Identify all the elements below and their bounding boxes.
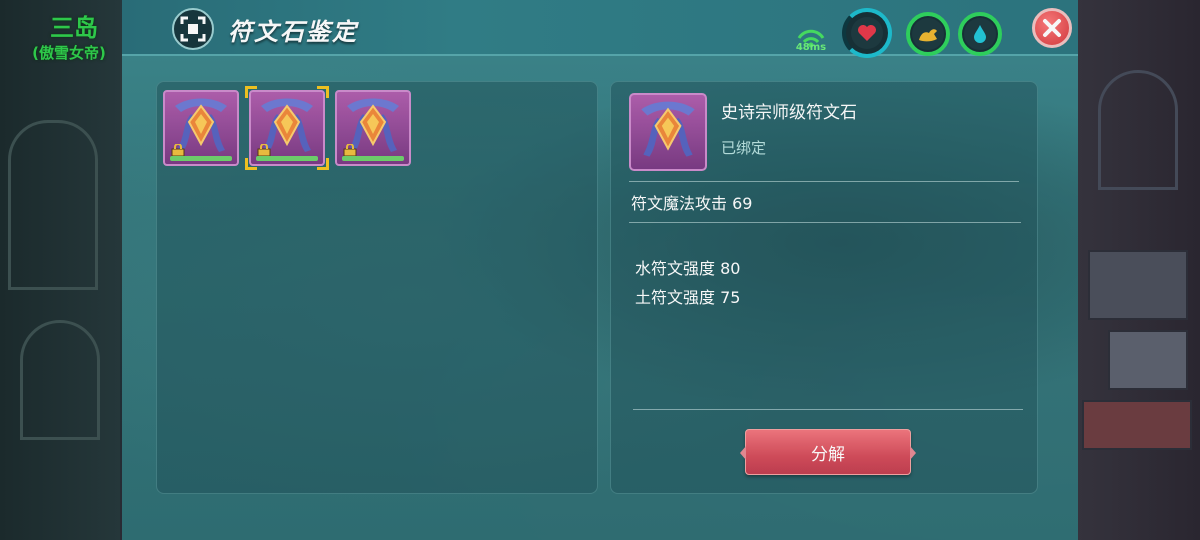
inventory-slot[interactable] — [163, 90, 239, 166]
rune-stone-icon — [641, 101, 695, 157]
lock-icon — [257, 144, 271, 156]
sub-stat: 水符文强度 80 — [635, 259, 741, 278]
identify-icon — [172, 8, 214, 50]
water-gauge[interactable] — [958, 12, 1002, 56]
inventory-slot[interactable] — [335, 90, 411, 166]
main-stat: 符文魔法攻击 69 — [631, 194, 753, 213]
title-bar: 符文石鉴定 48ms — [122, 0, 1078, 58]
window-title: 符文石鉴定 — [228, 18, 358, 46]
scene-right-edge — [1078, 0, 1200, 540]
strength-arm-icon — [912, 18, 944, 50]
durability-bar — [256, 156, 318, 161]
selection-corner — [245, 158, 257, 170]
durability-bar — [170, 156, 232, 161]
ping-value: 48ms — [795, 42, 827, 53]
selection-corner — [317, 86, 329, 98]
region-name: 三岛 — [50, 14, 98, 42]
divider — [633, 409, 1023, 410]
region-subtitle: (傲雪女帝) — [32, 44, 106, 62]
sub-stat: 土符文强度 75 — [635, 288, 741, 307]
durability-bar — [342, 156, 404, 161]
decompose-button[interactable]: 分解 — [740, 429, 916, 475]
water-drop-icon — [964, 18, 996, 50]
rune-identify-window: 符文石鉴定 48ms 史诗宗师级符文石 已绑定 符文魔法攻击 69 水符文强度 … — [122, 0, 1078, 540]
health-gauge[interactable] — [842, 8, 892, 58]
rune-detail-panel: 史诗宗师级符文石 已绑定 符文魔法攻击 69 水符文强度 80 土符文强度 75… — [610, 81, 1038, 494]
heart-icon — [851, 17, 883, 49]
strength-gauge[interactable] — [906, 12, 950, 56]
selected-item-icon — [629, 93, 707, 171]
bind-status: 已绑定 — [721, 139, 767, 157]
close-button[interactable] — [1032, 8, 1072, 48]
selection-corner — [317, 158, 329, 170]
close-icon — [1043, 19, 1061, 37]
item-name: 史诗宗师级符文石 — [721, 103, 857, 123]
selection-corner — [245, 86, 257, 98]
scene-left-edge — [0, 0, 120, 540]
inventory-slot-selected[interactable] — [245, 86, 329, 170]
rune-inventory-panel — [156, 81, 598, 494]
divider — [629, 222, 1021, 223]
lock-icon — [343, 144, 357, 156]
lock-icon — [171, 144, 185, 156]
divider — [629, 181, 1019, 182]
